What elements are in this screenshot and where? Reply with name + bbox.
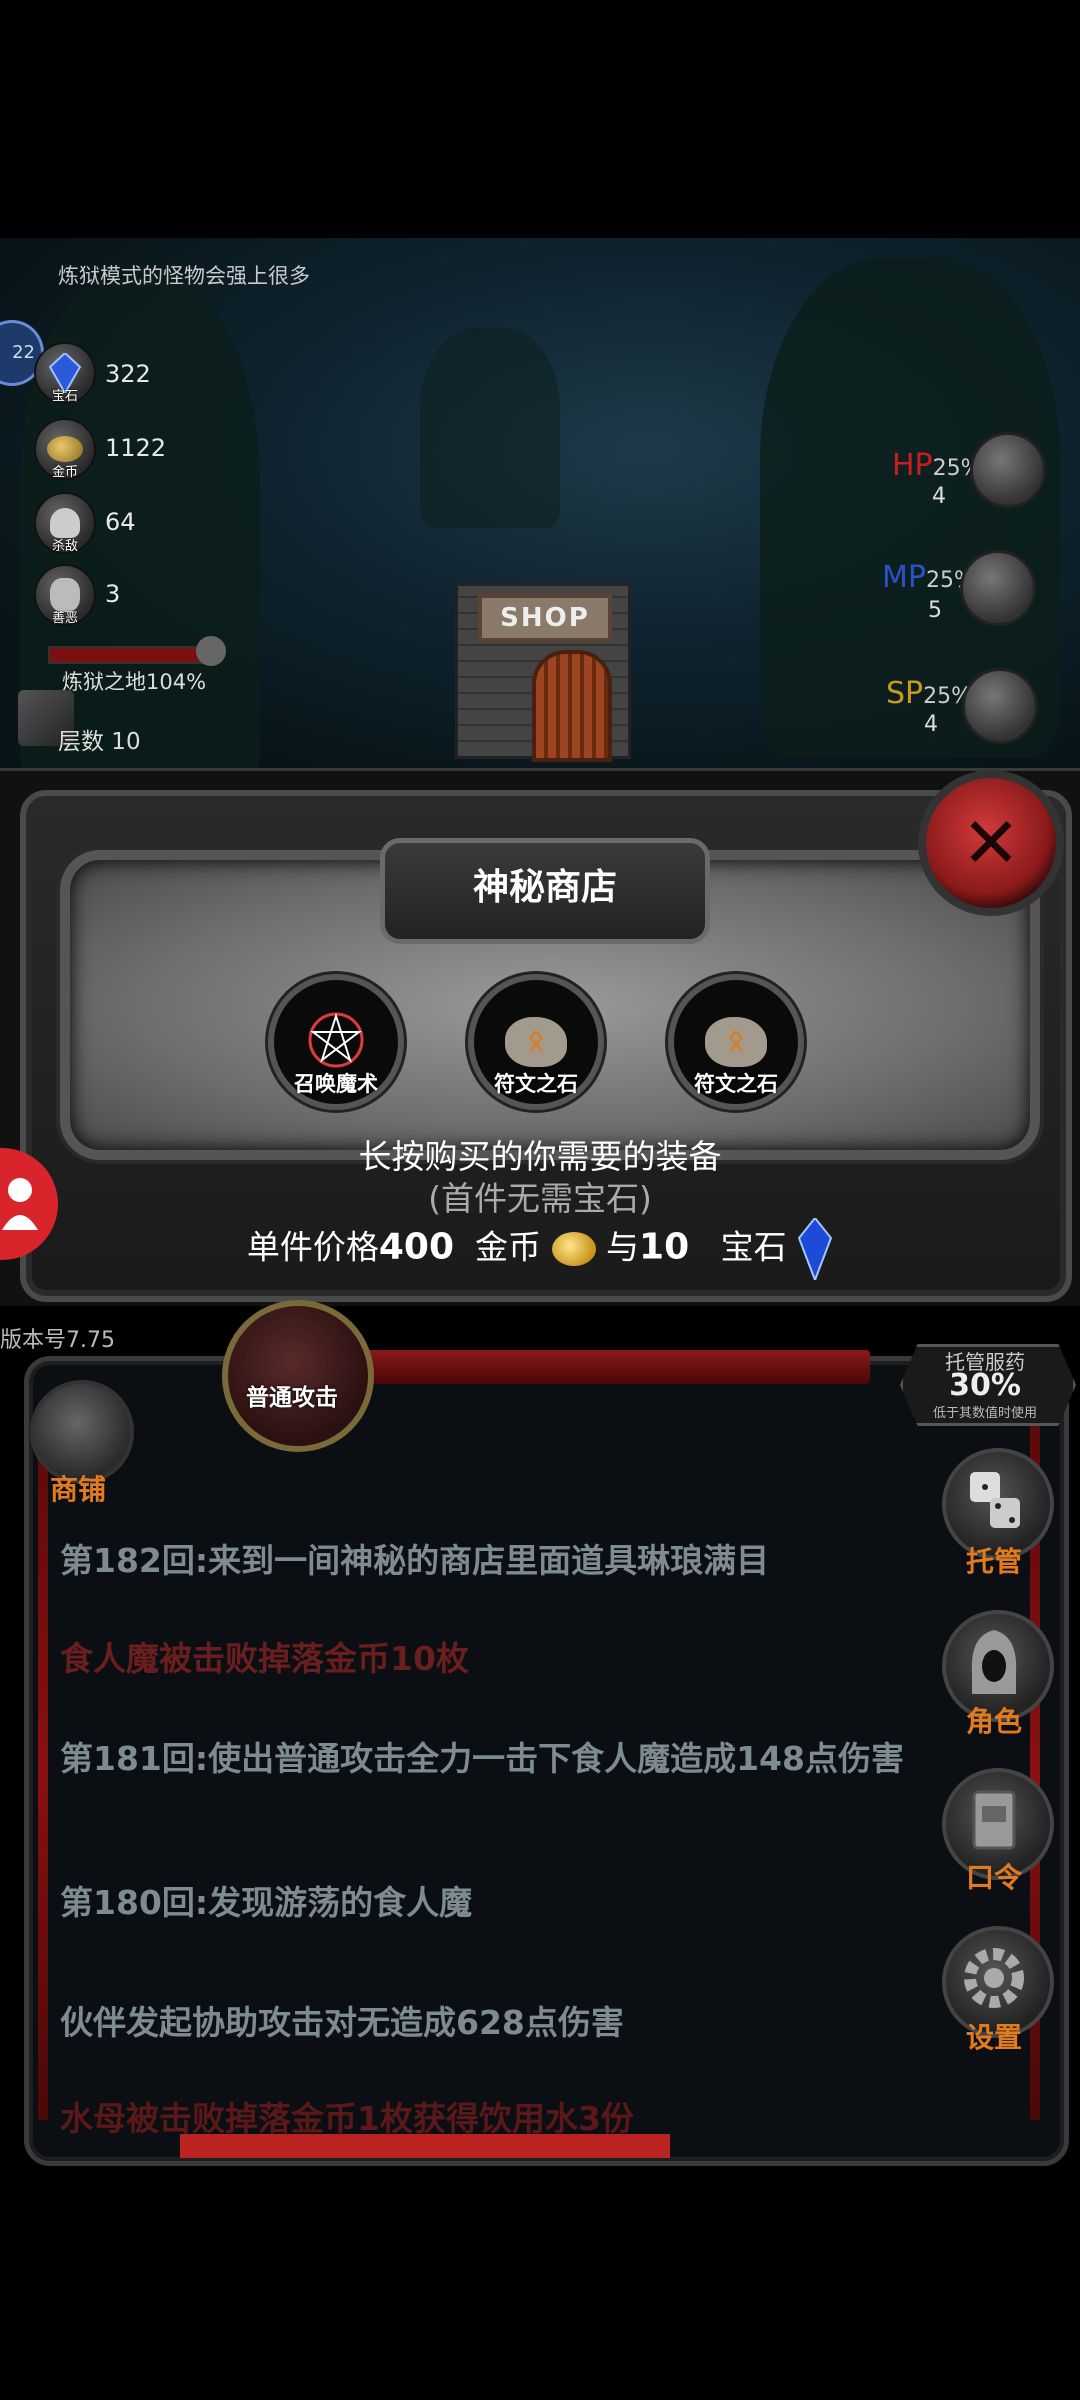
mask-label: 善恶 [51,611,78,626]
rune-stone-icon: ᛟ [505,1017,567,1067]
shop-button-label: 商铺 [49,1473,106,1506]
floor-label: 层数 10 [58,729,141,755]
rune-stone-icon: ᛟ [705,1017,767,1067]
close-icon: ✕ [961,802,1021,884]
price-prefix: 单件价格 [246,1227,379,1267]
shop-instruction: 长按购买的你需要的装备 [358,1137,722,1176]
gear-icon [964,1948,1024,2008]
mask-icon: 善恶 [34,564,96,626]
hp-label: HP [892,448,933,483]
sp-potion-icon[interactable] [962,668,1038,744]
item-label: 符文之石 [494,1072,578,1096]
auto-button-label: 托管 [965,1545,1022,1578]
hooded-figure-icon [971,1630,1017,1694]
skull-icon: 杀敌 [34,492,96,554]
book-icon [972,1790,1016,1850]
dice-icon [970,1472,1020,1528]
area-progress-bar [48,646,212,664]
gem-icon: 宝石 [34,342,96,404]
user-icon [2,1178,38,1230]
coin-count: 1122 [105,434,167,462]
mp-label: MP [882,560,926,595]
mode-hint: 炼狱模式的怪物会强上很多 [58,264,310,288]
area-name: 炼狱之地104% [62,670,207,694]
normal-attack-button[interactable] [222,1300,374,1452]
shop-item-rune-stone[interactable]: ᛟ 符文之石 [668,974,804,1110]
gem-count: 322 [105,360,151,388]
sp-potion-stat: SP25% [886,676,972,711]
settings-button-label: 设置 [965,2021,1022,2054]
log-line: 伙伴发起协助攻击对无造成628点伤害 [60,2003,624,2042]
sp-label: SP [886,676,924,711]
log-line: 第180回:发现游荡的食人魔 [60,1883,473,1922]
close-button[interactable]: ✕ [918,770,1064,916]
level-value: 22 [12,342,35,363]
karma-count: 3 [105,580,121,608]
auto-medicine-value: 30% [949,1368,1021,1403]
pentagram-icon [308,1012,364,1068]
log-line: 水母被击败掉落金币1枚获得饮用水3份 [60,2099,634,2134]
sp-potion-count: 4 [924,712,938,737]
log-line: 第181回:使出普通攻击全力一击下食人魔造成148点伤害 [60,1739,904,1778]
hp-potion-icon[interactable] [970,432,1046,508]
shop-sign: SHOP [478,594,612,642]
gem-word: 宝石 [720,1227,787,1267]
auto-medicine-sub: 低于其数值时使用 [932,1406,1037,1421]
hp-potion-stat: HP25% [892,448,982,483]
price-row: 单件价格400 金币 与10 宝石 [0,1218,1080,1280]
gem-label: 宝石 [51,389,78,404]
log-line: 第182回:来到一间神秘的商店里面道具琳琅满目 [60,1541,770,1580]
mp-potion-icon[interactable] [960,550,1036,626]
shop-door [532,650,612,762]
enemy-hp-bar [350,1350,870,1384]
skull-label: 杀敌 [51,539,78,554]
log-border-left [38,1420,48,2120]
mp-potion-count: 5 [928,598,942,623]
item-label: 符文之石 [694,1072,778,1096]
coin-word: 金币 [475,1227,542,1267]
skull-icon [196,636,226,666]
shop-building[interactable]: SHOP [455,583,631,762]
coin-icon: 金币 [34,418,96,480]
price-gems: 10 [639,1226,690,1268]
item-label: 召唤魔术 [294,1072,378,1096]
log-line: 食人魔被击败掉落金币10枚 [60,1639,469,1678]
kill-count: 64 [105,508,136,536]
version-label: 版本号7.75 [0,1328,115,1353]
password-button-label: 口令 [965,1861,1022,1894]
normal-attack-label: 普通攻击 [246,1385,338,1411]
character-button-label: 角色 [965,1705,1022,1738]
shop-instruction-note: (首件无需宝石) [428,1179,652,1218]
and-word: 与 [606,1227,640,1267]
shop-item-rune-stone[interactable]: ᛟ 符文之石 [468,974,604,1110]
progress-bar [180,2134,670,2158]
shop-item-summon-magic[interactable]: 召唤魔术 [268,974,404,1110]
price-coins: 400 [378,1226,455,1268]
coin-icon [551,1232,596,1266]
tree-silhouette [420,328,560,528]
shop-title: 神秘商店 [380,838,710,944]
gem-icon [797,1218,833,1280]
coin-label: 金币 [51,465,78,480]
hp-potion-count: 4 [932,484,946,509]
